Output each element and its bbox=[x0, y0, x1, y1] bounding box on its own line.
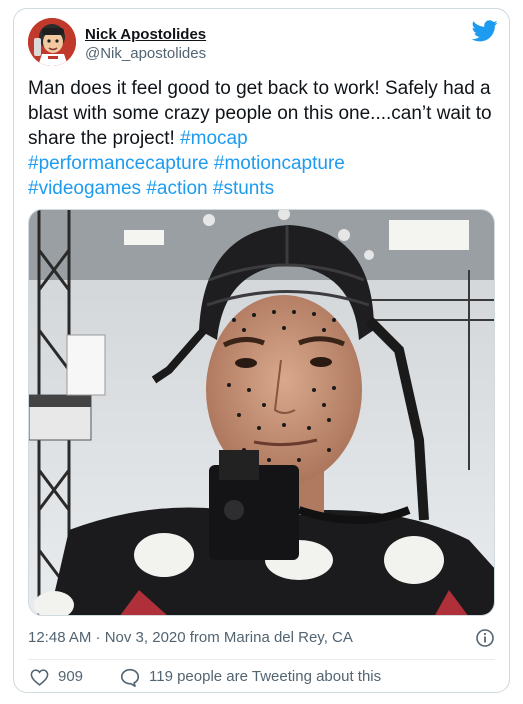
speech-bubble-icon bbox=[120, 668, 140, 687]
tweet-text: Man does it feel good to get back to wor… bbox=[28, 76, 498, 201]
hashtag-performancecapture[interactable]: #performancecapture bbox=[28, 153, 209, 174]
author-display-name[interactable]: Nick Apostolides bbox=[85, 26, 206, 44]
conversation-text: 119 people are Tweeting about this bbox=[149, 668, 382, 685]
like-count: 909 bbox=[58, 668, 84, 685]
cartoon-avatar-icon bbox=[28, 18, 76, 66]
hashtag-motioncapture[interactable]: #motioncapture bbox=[214, 153, 345, 174]
tweet-card[interactable]: Nick Apostolides @Nik_apostolides Man do… bbox=[13, 8, 510, 693]
mocap-photo-image bbox=[29, 210, 494, 615]
hashtag-mocap[interactable]: #mocap bbox=[180, 128, 248, 149]
tweet-meta: 12:48 AM · Nov 3, 2020 from Marina del R… bbox=[28, 627, 495, 649]
tweet-timestamp[interactable]: 12:48 AM · Nov 3, 2020 from Marina del R… bbox=[28, 629, 353, 646]
conversation-action[interactable]: 119 people are Tweeting about this bbox=[120, 664, 381, 690]
twitter-bird-icon[interactable] bbox=[472, 20, 498, 42]
author-handle[interactable]: @Nik_apostolides bbox=[85, 44, 206, 64]
author-name-block: Nick Apostolides @Nik_apostolides bbox=[85, 26, 206, 64]
hashtag-stunts[interactable]: #stunts bbox=[213, 178, 274, 199]
avatar[interactable] bbox=[28, 18, 76, 66]
tweet-body: Man does it feel good to get back to wor… bbox=[28, 78, 492, 149]
tweet-photo[interactable] bbox=[28, 209, 495, 616]
tweet-actions: 909 119 people are Tweeting about this bbox=[28, 664, 495, 690]
heart-icon bbox=[30, 668, 49, 686]
hashtag-videogames[interactable]: #videogames bbox=[28, 178, 141, 199]
divider bbox=[28, 659, 495, 660]
info-icon[interactable] bbox=[475, 628, 495, 648]
hashtag-action[interactable]: #action bbox=[146, 178, 207, 199]
tweet-header: Nick Apostolides @Nik_apostolides bbox=[28, 18, 498, 68]
like-action[interactable]: 909 bbox=[30, 664, 83, 690]
